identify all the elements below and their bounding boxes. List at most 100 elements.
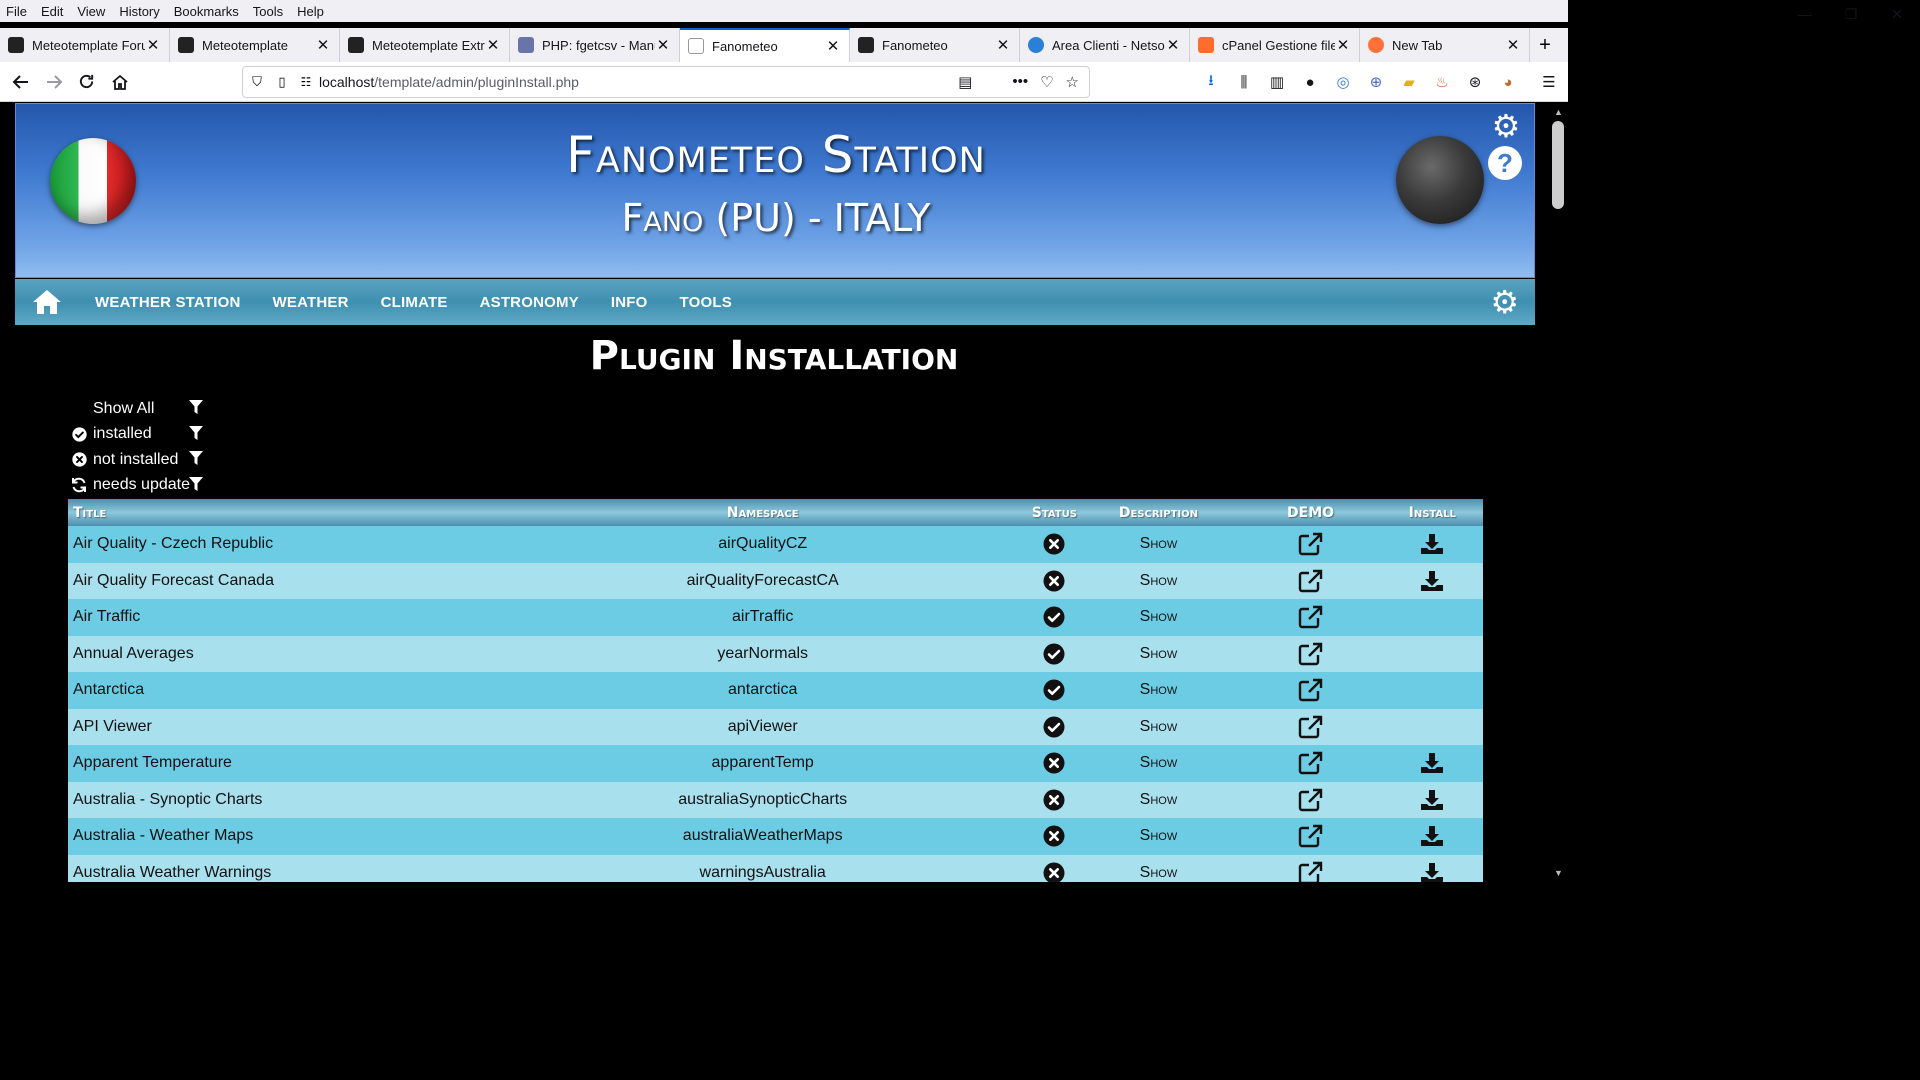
external-link-icon[interactable]: [1298, 715, 1324, 738]
filter-option[interactable]: needs update: [68, 473, 228, 499]
more-actions-icon[interactable]: •••: [1012, 73, 1028, 91]
close-tab-icon[interactable]: ✕: [1165, 36, 1181, 54]
bookmark-star-icon[interactable]: ☆: [1066, 73, 1079, 91]
browser-tab[interactable]: Meteotemplate Extr ✕: [340, 28, 510, 62]
close-tab-icon[interactable]: ✕: [655, 36, 671, 54]
show-description-link[interactable]: Show: [1077, 855, 1239, 883]
scroll-up-arrow-icon[interactable]: ▲: [1554, 107, 1563, 117]
shield-icon[interactable]: ⛉: [243, 74, 271, 90]
browser-tab[interactable]: Fanometeo ✕: [680, 28, 850, 62]
library-icon[interactable]: ⫼: [1233, 74, 1255, 91]
download-install-icon[interactable]: [1420, 570, 1444, 591]
close-tab-icon[interactable]: ✕: [825, 37, 841, 55]
app-menu-icon[interactable]: ☰: [1538, 73, 1560, 91]
external-link-icon[interactable]: [1298, 533, 1324, 556]
nav-weather-station[interactable]: WEATHER STATION: [79, 294, 257, 311]
reload-button[interactable]: [70, 66, 103, 98]
pocket-icon[interactable]: ♡: [1040, 73, 1053, 91]
download-install-icon[interactable]: [1420, 534, 1444, 555]
col-title[interactable]: Title: [68, 499, 494, 526]
forward-button[interactable]: [37, 66, 70, 98]
show-description-link[interactable]: Show: [1077, 636, 1239, 673]
external-link-icon[interactable]: [1298, 752, 1324, 775]
external-link-icon[interactable]: [1298, 642, 1324, 665]
show-description-link[interactable]: Show: [1077, 599, 1239, 636]
nav-tools[interactable]: TOOLS: [664, 294, 748, 311]
nav-astronomy[interactable]: ASTRONOMY: [464, 294, 595, 311]
back-button[interactable]: [4, 66, 37, 98]
account-icon[interactable]: ●: [1299, 74, 1321, 91]
menu-bookmarks[interactable]: Bookmarks: [167, 4, 246, 19]
browser-tab[interactable]: Area Clienti - Netso ✕: [1020, 28, 1190, 62]
funnel-filter-icon[interactable]: [189, 425, 203, 445]
col-demo[interactable]: DEMO: [1240, 499, 1382, 526]
close-tab-icon[interactable]: ✕: [995, 36, 1011, 54]
col-description[interactable]: Description: [1077, 499, 1239, 526]
close-tab-icon[interactable]: ✕: [1335, 36, 1351, 54]
menu-file[interactable]: File: [0, 4, 34, 19]
menu-edit[interactable]: Edit: [34, 4, 70, 19]
close-window-button[interactable]: ✕: [1874, 0, 1920, 28]
extension-folder-icon[interactable]: ▰: [1398, 73, 1420, 91]
nav-weather[interactable]: WEATHER: [257, 294, 365, 311]
browser-tab[interactable]: Fanometeo ✕: [850, 28, 1020, 62]
minimize-button[interactable]: —: [1782, 0, 1828, 28]
settings-gear-icon[interactable]: ⚙: [1488, 108, 1524, 144]
external-link-icon[interactable]: [1298, 569, 1324, 592]
download-install-icon[interactable]: [1420, 789, 1444, 810]
admin-gears-icon[interactable]: ⚙: [1490, 285, 1519, 319]
page-scrollbar[interactable]: ▲ ▼: [1548, 103, 1568, 882]
close-tab-icon[interactable]: ✕: [1505, 36, 1521, 54]
page-info-icon[interactable]: ▯: [271, 74, 293, 90]
show-description-link[interactable]: Show: [1077, 709, 1239, 746]
col-namespace[interactable]: Namespace: [494, 499, 1032, 526]
scroll-down-arrow-icon[interactable]: ▼: [1554, 868, 1563, 878]
url-bar[interactable]: ⛉ ▯ ☷ localhost/template/admin/pluginIns…: [242, 66, 1090, 98]
external-link-icon[interactable]: [1298, 679, 1324, 702]
funnel-filter-icon[interactable]: [189, 451, 203, 470]
external-link-icon[interactable]: [1298, 606, 1324, 629]
help-icon[interactable]: ?: [1488, 146, 1522, 180]
nav-info[interactable]: INFO: [595, 294, 664, 311]
filter-option[interactable]: Show All: [68, 396, 228, 422]
show-description-link[interactable]: Show: [1077, 526, 1239, 563]
sidebar-icon[interactable]: ▥: [1266, 73, 1288, 91]
scrollbar-thumb[interactable]: [1552, 121, 1564, 209]
downloads-icon[interactable]: ⭳: [1200, 70, 1222, 95]
close-tab-icon[interactable]: ✕: [485, 36, 501, 54]
menu-view[interactable]: View: [70, 4, 112, 19]
restore-button[interactable]: ❐: [1828, 0, 1874, 28]
download-install-icon[interactable]: [1420, 753, 1444, 774]
funnel-filter-icon[interactable]: [189, 476, 203, 496]
extension-cookie-icon[interactable]: ◕: [1497, 74, 1519, 91]
home-button[interactable]: [103, 66, 136, 98]
filter-option[interactable]: not installed: [68, 447, 228, 473]
col-status[interactable]: Status: [1031, 499, 1077, 526]
show-description-link[interactable]: Show: [1077, 818, 1239, 855]
extension-globe-icon[interactable]: ⊕: [1365, 73, 1387, 91]
home-nav-button[interactable]: [15, 279, 79, 325]
menu-history[interactable]: History: [112, 4, 166, 19]
nav-climate[interactable]: CLIMATE: [365, 294, 464, 311]
browser-tab[interactable]: New Tab ✕: [1360, 28, 1530, 62]
show-description-link[interactable]: Show: [1077, 745, 1239, 782]
show-description-link[interactable]: Show: [1077, 672, 1239, 709]
extension-aperture-icon[interactable]: ⊛: [1464, 73, 1486, 91]
menu-help[interactable]: Help: [290, 4, 331, 19]
browser-tab[interactable]: Meteotemplate Forum -✕: [0, 28, 170, 62]
download-install-icon[interactable]: [1420, 826, 1444, 847]
close-tab-icon[interactable]: ✕: [145, 36, 161, 54]
extension-ring-icon[interactable]: ◎: [1332, 73, 1354, 91]
funnel-filter-icon[interactable]: [189, 400, 203, 419]
new-tab-button[interactable]: +: [1530, 28, 1560, 62]
extension-flame-icon[interactable]: ♨: [1431, 73, 1453, 91]
filter-option[interactable]: installed: [68, 422, 228, 448]
menu-tools[interactable]: Tools: [246, 4, 290, 19]
show-description-link[interactable]: Show: [1077, 563, 1239, 600]
external-link-icon[interactable]: [1298, 861, 1324, 882]
external-link-icon[interactable]: [1298, 825, 1324, 848]
reader-view-icon[interactable]: ▤: [958, 73, 972, 91]
external-link-icon[interactable]: [1298, 788, 1324, 811]
download-install-icon[interactable]: [1420, 862, 1444, 882]
browser-tab[interactable]: Meteotemplate ✕: [170, 28, 340, 62]
